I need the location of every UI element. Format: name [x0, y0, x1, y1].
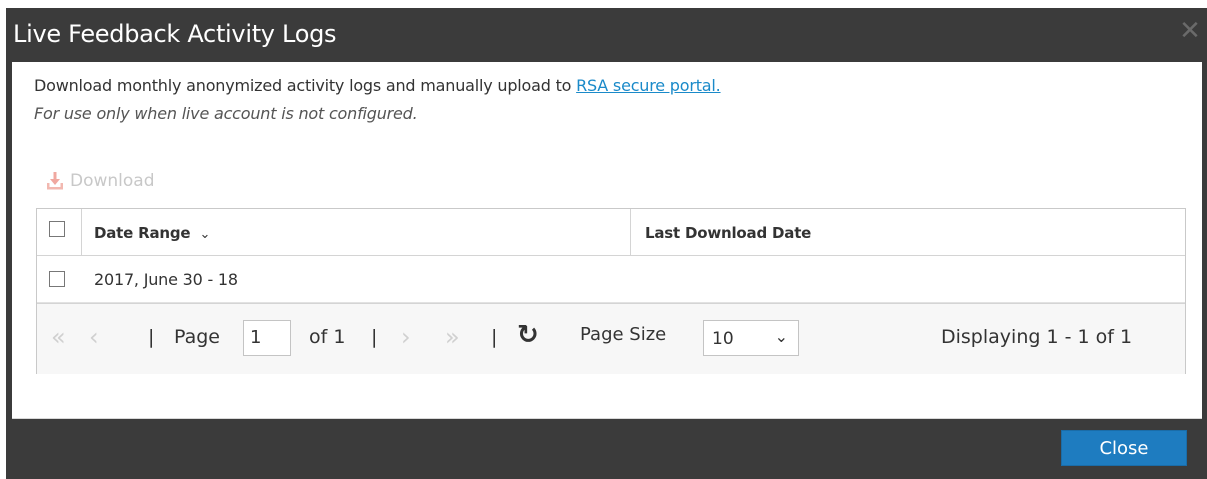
column-separator — [630, 209, 631, 255]
configuration-note: For use only when live account is not co… — [34, 104, 418, 123]
pagination-bar: « ‹ | Page 1 of 1 | › » | ↻ Page Size 10… — [37, 303, 1185, 374]
displaying-count: Displaying 1 - 1 of 1 — [941, 326, 1133, 348]
pager-separator: | — [371, 326, 378, 348]
column-separator — [81, 209, 82, 255]
row-checkbox[interactable] — [49, 271, 65, 287]
chevron-down-icon: ⌄ — [199, 227, 211, 242]
close-icon[interactable]: ✕ — [1177, 18, 1203, 44]
grid-header: Date Range ⌄ Last Download Date — [37, 209, 1185, 256]
dialog: Live Feedback Activity Logs ✕ Download m… — [6, 8, 1207, 479]
download-label: Download — [70, 171, 155, 191]
chevron-down-icon: ⌄ — [774, 327, 788, 346]
rsa-portal-link[interactable]: RSA secure portal. — [576, 76, 721, 95]
date-range-header-label: Date Range — [94, 224, 191, 242]
date-range-cell: 2017, June 30 - 18 — [94, 270, 238, 289]
dialog-title: Live Feedback Activity Logs — [13, 20, 337, 48]
pager-separator: | — [148, 326, 155, 348]
page-size-label: Page Size — [580, 324, 667, 345]
close-button[interactable]: Close — [1061, 430, 1187, 466]
page-size-value: 10 — [712, 329, 734, 349]
refresh-icon[interactable]: ↻ — [517, 320, 539, 350]
description: Download monthly anonymized activity log… — [34, 76, 721, 95]
dialog-titlebar: Live Feedback Activity Logs ✕ — [6, 8, 1207, 62]
last-page-icon[interactable]: » — [445, 323, 460, 351]
column-header-date-range[interactable]: Date Range ⌄ — [94, 224, 210, 242]
select-all-checkbox[interactable] — [49, 221, 65, 237]
next-page-icon[interactable]: › — [401, 323, 411, 351]
page-count-label: of 1 — [309, 326, 346, 348]
previous-page-icon[interactable]: ‹ — [89, 323, 99, 351]
page-label: Page — [174, 326, 220, 348]
column-header-last-download-date[interactable]: Last Download Date — [645, 224, 811, 242]
pager-separator: | — [491, 326, 498, 348]
download-button[interactable]: Download — [44, 168, 155, 194]
page-size-select[interactable]: 10 ⌄ — [703, 320, 799, 356]
page-number-input[interactable]: 1 — [243, 320, 291, 356]
dialog-body: Download monthly anonymized activity log… — [12, 62, 1202, 419]
activity-log-grid: Date Range ⌄ Last Download Date 2017, Ju… — [36, 208, 1186, 374]
description-text: Download monthly anonymized activity log… — [34, 76, 577, 95]
table-row[interactable]: 2017, June 30 - 18 — [37, 256, 1185, 303]
first-page-icon[interactable]: « — [51, 323, 66, 351]
download-icon — [47, 172, 63, 190]
